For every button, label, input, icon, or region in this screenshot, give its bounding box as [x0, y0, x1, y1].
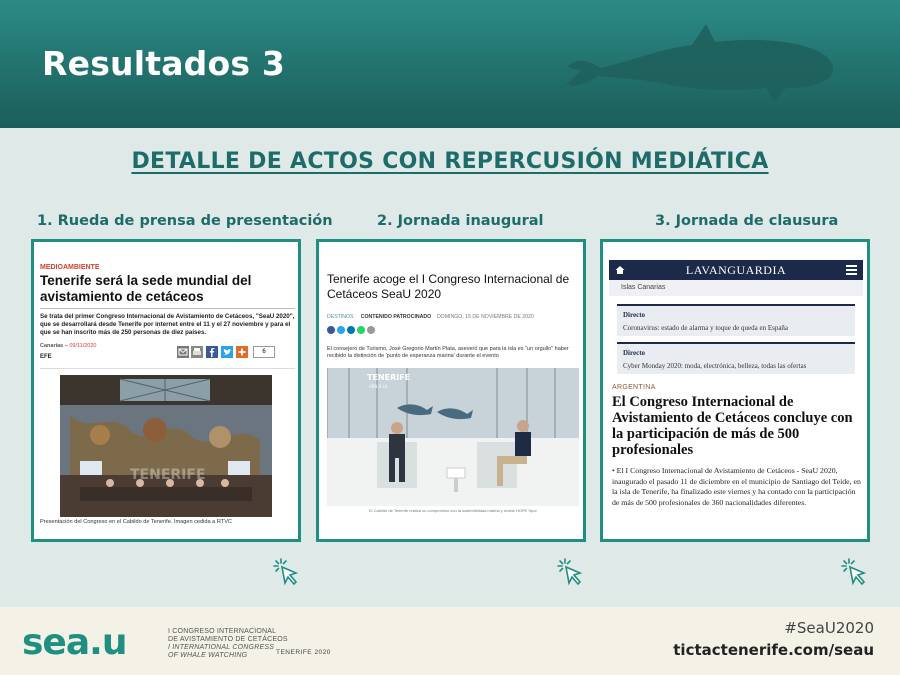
email-icon[interactable]: [177, 346, 189, 358]
website-link[interactable]: tictactenerife.com/seau: [673, 641, 874, 659]
event-sign-sub: VEN A LA: [369, 384, 388, 389]
email-icon[interactable]: [367, 326, 375, 334]
plus-icon[interactable]: [236, 346, 248, 358]
click-cursor-icon[interactable]: [840, 557, 868, 587]
news-section-label: MEDIOAMBIENTE: [40, 264, 100, 271]
location-bar[interactable]: Islas Canarias: [609, 280, 863, 296]
news-headline[interactable]: El Congreso Internacional de Avistamient…: [612, 394, 867, 458]
live-text: Cyber Monday 2020: moda, electrónica, be…: [623, 362, 807, 370]
news-card-1[interactable]: MEDIOAMBIENTE Tenerife será la sede mund…: [31, 239, 301, 542]
hashtag: #SeaU2020: [784, 619, 874, 637]
event-sign: TENERIFE: [367, 373, 410, 382]
news-card-2[interactable]: Tenerife acoge el I Congreso Internacion…: [316, 239, 586, 542]
live-text: Coronavirus: estado de alarma y toque de…: [623, 324, 789, 332]
column-title-1: 1. Rueda de prensa de presentación: [37, 213, 333, 229]
news-tag-destinos[interactable]: DESTINOS: [327, 314, 354, 320]
menu-icon[interactable]: [846, 265, 857, 275]
news-headline[interactable]: Tenerife será la sede mundial del avista…: [40, 273, 290, 305]
header-banner: Resultados 3: [0, 0, 900, 128]
photo-watermark: TENERIFE: [130, 467, 206, 483]
whatsapp-icon[interactable]: [357, 326, 365, 334]
click-cursor-icon[interactable]: [272, 557, 300, 587]
congress-line-3: I INTERNATIONAL CONGRESS: [168, 644, 275, 651]
photo-caption: Presentación del Congreso en el Cabildo …: [40, 519, 232, 525]
news-date: 09/11/2020: [69, 343, 97, 349]
share-count: 6: [253, 346, 275, 358]
news-lead: • El I Congreso Internacional de Avistam…: [612, 466, 861, 507]
news-card-3[interactable]: LAVANGUARDIA Islas Canarias Directo Coro…: [600, 239, 870, 542]
facebook-icon[interactable]: [206, 346, 218, 358]
news-date: DOMINGO, 15 DE NOVIEMBRE DE 2020: [436, 314, 534, 320]
congress-description: I CONGRESO INTERNACIONAL DE AVISTAMIENTO…: [168, 628, 288, 660]
site-logo[interactable]: LAVANGUARDIA: [609, 263, 863, 278]
divider: [40, 308, 295, 309]
congress-line-4: OF WHALE WATCHING: [168, 652, 248, 659]
news-place: Canarias –: [40, 343, 70, 349]
edition-label: TENERIFE 2020: [276, 649, 331, 656]
congress-line-2: DE AVISTAMIENTO DE CETÁCEOS: [168, 636, 288, 643]
press-conference-photo: TENERIFE: [60, 375, 272, 517]
news-tag-sponsored: CONTENIDO PATROCINADO: [360, 314, 432, 320]
twitter-icon[interactable]: [221, 346, 233, 358]
click-cursor-icon[interactable]: [556, 557, 584, 587]
column-title-2: 2. Jornada inaugural: [377, 213, 544, 229]
news-lead: El consejero de Turismo, José Gregorio M…: [327, 346, 569, 359]
news-source: EFE: [40, 354, 52, 360]
live-label: Directo: [623, 311, 646, 319]
news-lead: Se trata del primer Congreso Internacion…: [40, 313, 295, 336]
news-section-label: ARGENTINA: [612, 384, 656, 391]
news-meta: DESTINOS CONTENIDO PATROCINADO DOMINGO, …: [327, 314, 534, 320]
twitter-icon[interactable]: [337, 326, 345, 334]
subtitle-text: DETALLE DE ACTOS CON REPERCUSIÓN MEDIÁTI…: [131, 149, 769, 174]
linkedin-icon[interactable]: [347, 326, 355, 334]
svg-text:sea.u: sea.u: [22, 622, 126, 663]
page-title: Resultados 3: [42, 44, 286, 83]
divider: [40, 368, 295, 369]
photo-caption: El Cabildo de Tenerife realiza su compro…: [369, 508, 537, 513]
live-item[interactable]: Directo Coronavirus: estado de alarma y …: [617, 304, 855, 336]
news-meta: Canarias – 09/11/2020: [40, 343, 96, 349]
facebook-icon[interactable]: [327, 326, 335, 334]
site-navbar: LAVANGUARDIA: [609, 260, 863, 280]
live-item[interactable]: Directo Cyber Monday 2020: moda, electró…: [617, 342, 855, 374]
congress-line-1: I CONGRESO INTERNACIONAL: [168, 628, 277, 635]
inaugural-event-photo: TENERIFE VEN A LA: [327, 368, 579, 506]
seau-logo: sea.u: [22, 622, 127, 663]
print-icon[interactable]: [191, 346, 203, 358]
whale-icon: [566, 24, 834, 102]
column-title-3: 3. Jornada de clausura: [655, 213, 839, 229]
live-label: Directo: [623, 349, 646, 357]
section-subtitle: DETALLE DE ACTOS CON REPERCUSIÓN MEDIÁTI…: [0, 149, 900, 174]
news-headline[interactable]: Tenerife acoge el I Congreso Internacion…: [327, 272, 577, 302]
